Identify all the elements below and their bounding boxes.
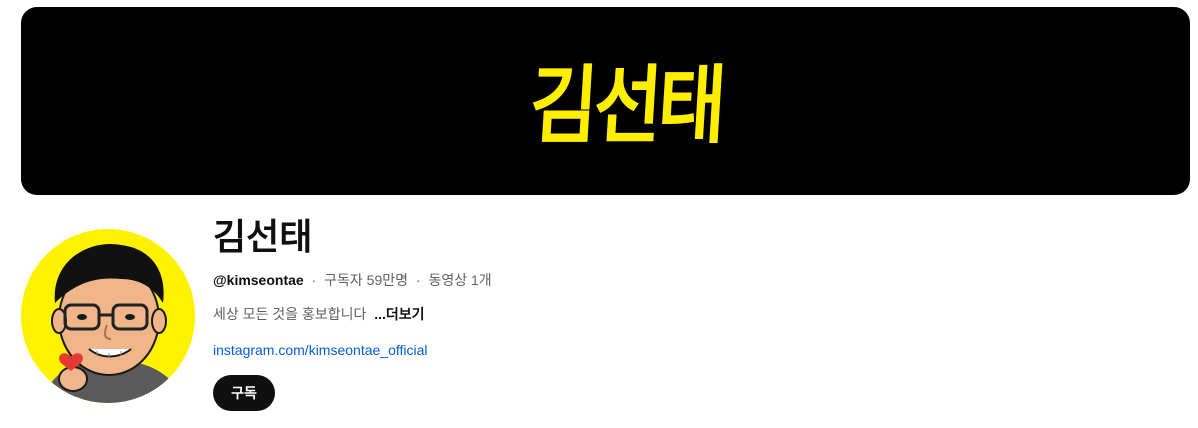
description-text: 세상 모든 것을 홍보합니다 — [213, 306, 367, 322]
channel-link[interactable]: instagram.com/kimseontae_official — [213, 340, 428, 360]
video-count: 동영상 1개 — [428, 272, 492, 288]
meta-separator: · — [415, 272, 421, 288]
channel-handle: @kimseontae — [213, 272, 304, 288]
subscribe-button[interactable]: 구독 — [213, 375, 275, 411]
banner-logo-text: 김선태 — [526, 56, 726, 156]
more-button[interactable]: ...더보기 — [374, 306, 424, 322]
meta-separator: · — [311, 272, 317, 288]
subscriber-count: 구독자 59만명 — [324, 272, 409, 288]
avatar[interactable] — [21, 229, 195, 403]
channel-name: 김선태 — [213, 217, 313, 258]
channel-meta: @kimseontae · 구독자 59만명 · 동영상 1개 — [213, 270, 492, 290]
caricature-avatar-icon — [21, 229, 195, 403]
channel-banner: 김선태 — [21, 7, 1190, 195]
channel-description[interactable]: 세상 모든 것을 홍보합니다 ...더보기 — [213, 304, 425, 324]
banner-logo: 김선태 — [511, 47, 741, 165]
